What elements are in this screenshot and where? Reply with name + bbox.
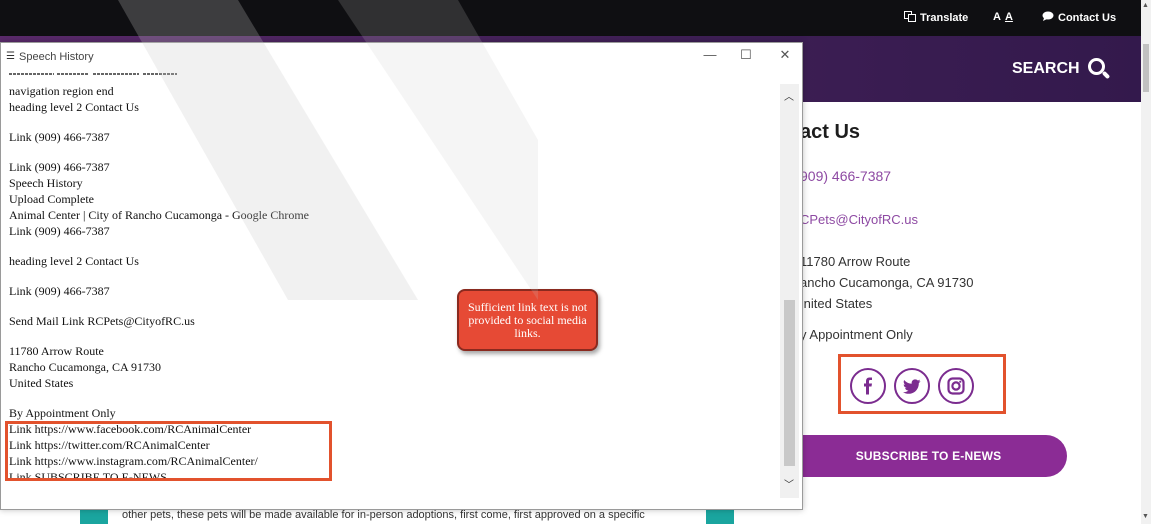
contact-us-link[interactable]: Contact Us bbox=[1042, 11, 1116, 24]
history-blank bbox=[9, 299, 778, 313]
contact-email-link[interactable]: CPets@CityofRC.us bbox=[800, 212, 918, 227]
history-blank bbox=[9, 329, 778, 343]
scroll-up-icon[interactable]: ︿ bbox=[784, 88, 794, 103]
site-topbar: Translate A A Contact Us bbox=[0, 0, 1141, 36]
history-line: Send Mail Link RCPets@CityofRC.us bbox=[9, 314, 195, 328]
translate-icon bbox=[904, 11, 916, 25]
address-line: ancho Cucamonga, CA 91730 bbox=[800, 275, 974, 290]
maximize-button[interactable]: ☐ bbox=[732, 47, 760, 63]
history-line: By Appointment Only bbox=[9, 406, 116, 420]
annotation-callout-text: Sufficient link text is not provided to … bbox=[467, 299, 588, 340]
page-scrollbar[interactable]: ▲ ▼ bbox=[1141, 0, 1151, 524]
search-button[interactable]: SEARCH bbox=[1012, 58, 1110, 80]
text-size-large[interactable]: A bbox=[1005, 11, 1013, 23]
contact-us-label: Contact Us bbox=[1058, 11, 1117, 24]
history-blank bbox=[9, 391, 778, 405]
history-line: Animal Center | City of Rancho Cucamonga… bbox=[9, 208, 310, 222]
cut-off-line bbox=[9, 71, 778, 83]
history-blank bbox=[9, 145, 778, 159]
scroll-down-icon[interactable]: ﹀ bbox=[784, 476, 794, 491]
appointment-note: y Appointment Only bbox=[800, 327, 913, 342]
window-title-bar[interactable]: ☰ Speech History — ☐ ✕ bbox=[1, 43, 802, 71]
history-blank bbox=[9, 239, 778, 253]
contact-address: 11780 Arrow Route ancho Cucamonga, CA 91… bbox=[800, 251, 973, 314]
history-scroll-thumb[interactable] bbox=[784, 300, 795, 466]
history-line: heading level 2 Contact Us bbox=[9, 100, 139, 114]
history-line: United States bbox=[9, 376, 74, 390]
social-links-text-highlight-box bbox=[5, 421, 332, 481]
history-line: 11780 Arrow Route bbox=[9, 344, 104, 358]
history-line: Link (909) 466-7387 bbox=[9, 284, 110, 298]
minimize-button[interactable]: — bbox=[696, 47, 724, 62]
social-links-highlight-box bbox=[838, 354, 1006, 414]
history-line: Link (909) 466-7387 bbox=[9, 130, 110, 144]
history-scrollbar[interactable]: ︿ ﹀ bbox=[780, 84, 799, 498]
history-blank bbox=[9, 115, 778, 129]
subscribe-button[interactable]: SUBSCRIBE TO E-NEWS bbox=[790, 435, 1067, 477]
annotation-callout: Sufficient link text is not provided to … bbox=[457, 289, 598, 351]
translate-label: Translate bbox=[920, 12, 969, 24]
history-line: Rancho Cucamonga, CA 91730 bbox=[9, 360, 161, 374]
text-size-control[interactable]: A A bbox=[993, 11, 1013, 23]
text-size-small[interactable]: A bbox=[993, 11, 1001, 23]
history-line: heading level 2 Contact Us bbox=[9, 254, 139, 268]
page-scroll-thumb[interactable] bbox=[1143, 44, 1149, 92]
address-line: 11780 Arrow Route bbox=[800, 254, 911, 269]
contact-phone-link[interactable]: 909) 466-7387 bbox=[800, 168, 891, 184]
history-line: Link (909) 466-7387 bbox=[9, 224, 110, 238]
page-scroll-up-icon[interactable]: ▲ bbox=[1142, 2, 1149, 9]
history-blank bbox=[9, 269, 778, 283]
page-scroll-down-icon[interactable]: ▼ bbox=[1142, 513, 1149, 520]
close-button[interactable]: ✕ bbox=[771, 47, 799, 63]
history-line: Link (909) 466-7387 bbox=[9, 160, 110, 174]
hamburger-menu-icon[interactable]: ☰ bbox=[6, 51, 15, 62]
address-line: Inited States bbox=[800, 296, 873, 311]
chat-bubble-icon bbox=[1042, 11, 1054, 24]
search-label: SEARCH bbox=[1012, 60, 1080, 77]
search-icon bbox=[1087, 58, 1110, 80]
window-title: Speech History bbox=[19, 51, 94, 63]
history-line: Speech History bbox=[9, 176, 83, 190]
history-line: Upload Complete bbox=[9, 192, 94, 206]
history-line: navigation region end bbox=[9, 84, 114, 98]
translate-link[interactable]: Translate bbox=[904, 11, 968, 25]
speech-history-window: ☰ Speech History — ☐ ✕ navigation region… bbox=[0, 42, 803, 510]
contact-heading: act Us bbox=[800, 121, 861, 143]
